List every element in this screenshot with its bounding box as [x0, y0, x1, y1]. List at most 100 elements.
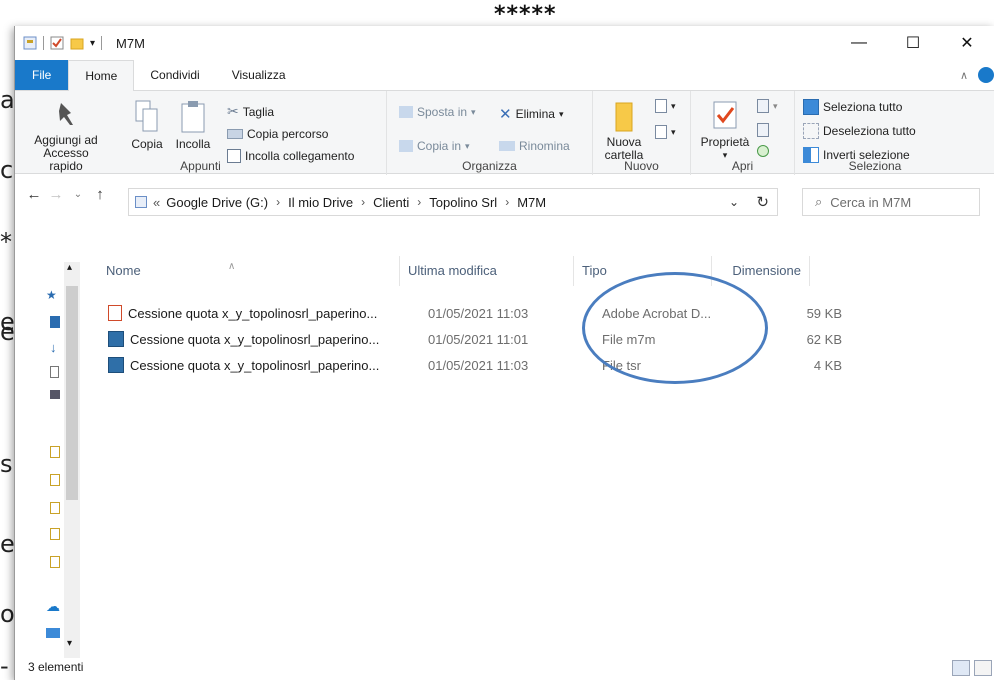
drive-folder-icon[interactable]: [50, 446, 60, 458]
desktop-icon[interactable]: [50, 316, 60, 328]
scroll-up-icon[interactable]: ▴: [67, 262, 72, 273]
group-select-label: Seleziona: [848, 159, 902, 173]
new-item-dropdown-icon: ▾: [671, 100, 676, 111]
select-none-button[interactable]: Deseleziona tutto: [803, 123, 916, 139]
new-item-button[interactable]: ▾: [655, 99, 676, 113]
copy-path-button[interactable]: Copia percorso: [227, 127, 328, 141]
open-icon: [757, 99, 769, 113]
ribbon-tabs: File Home Condividi Visualizza ∧: [15, 60, 994, 91]
easy-access-dropdown-icon: ▾: [671, 126, 676, 137]
background-letter: e: [0, 318, 14, 346]
paste-button[interactable]: Incolla: [171, 99, 215, 151]
breadcrumb-topolino[interactable]: Topolino Srl: [429, 195, 497, 210]
close-button[interactable]: ✕: [940, 26, 994, 60]
history-button[interactable]: [757, 145, 769, 157]
search-input[interactable]: ⌕ Cerca in M7M: [802, 188, 980, 216]
paste-icon: [181, 101, 205, 133]
quick-access-pin-icon[interactable]: ★: [46, 288, 57, 302]
rename-button[interactable]: Rinomina: [499, 139, 570, 153]
address-overflow[interactable]: «: [153, 195, 160, 210]
copy-path-label: Copia percorso: [247, 127, 329, 141]
pin-icon: [59, 103, 73, 125]
signed-file-icon: [108, 331, 124, 347]
group-clipboard-label: Appunti: [180, 159, 221, 173]
column-modified[interactable]: Ultima modifica: [400, 256, 574, 286]
copy-button[interactable]: Copia: [127, 99, 167, 151]
properties-check-icon: [713, 101, 737, 129]
chevron-right-icon[interactable]: ›: [276, 195, 280, 209]
checkmark-quick-icon[interactable]: [50, 36, 64, 50]
new-folder-quick-icon[interactable]: [70, 36, 84, 50]
column-modified-label: Ultima modifica: [408, 263, 497, 278]
downloads-icon[interactable]: ↓: [50, 340, 57, 355]
status-bar: 3 elementi: [14, 654, 994, 680]
easy-access-button[interactable]: ▾: [655, 125, 676, 139]
drive-folder-icon[interactable]: [50, 556, 60, 568]
group-new: Nuova cartella ▾ ▾ Nuovo: [593, 91, 691, 175]
file-name: Cessione quota x_y_topolinosrl_paperino.…: [130, 357, 380, 373]
up-arrow-icon[interactable]: ↑: [89, 186, 111, 203]
explorer-window: ▾ M7M — ☐ ✕ File Home Condividi Visualiz…: [14, 26, 994, 680]
delete-label: Elimina: [515, 107, 555, 121]
sort-up-icon: ∧: [228, 261, 236, 272]
scroll-down-icon[interactable]: ▾: [67, 638, 72, 649]
chevron-right-icon[interactable]: ›: [505, 195, 509, 209]
tab-view[interactable]: Visualizza: [216, 60, 302, 90]
cut-button[interactable]: ✂ Taglia: [227, 103, 274, 120]
collapse-ribbon-icon[interactable]: ∧: [960, 69, 968, 82]
search-icon: ⌕: [815, 194, 823, 209]
help-icon[interactable]: [978, 67, 994, 83]
copy-to-label: Copia in: [417, 139, 462, 153]
breadcrumb-my-drive[interactable]: Il mio Drive: [288, 195, 353, 210]
forward-arrow-icon[interactable]: →: [45, 186, 67, 203]
column-name[interactable]: Nome ∧: [80, 256, 400, 286]
this-pc-icon[interactable]: [46, 628, 60, 638]
file-modified: 01/05/2021 11:03: [428, 305, 529, 321]
chevron-right-icon[interactable]: ›: [417, 195, 421, 209]
minimize-button[interactable]: —: [832, 26, 886, 60]
tab-home[interactable]: Home: [68, 60, 135, 91]
pictures-icon[interactable]: [50, 390, 60, 399]
copy-to-button[interactable]: Copia in ▾: [399, 139, 470, 153]
refresh-icon[interactable]: ↻: [756, 193, 769, 211]
drive-folder-icon[interactable]: [50, 502, 60, 514]
background-stars: *****: [494, 2, 557, 27]
file-size: 4 KB: [813, 357, 842, 373]
drive-folder-icon[interactable]: [50, 474, 60, 486]
large-icons-view-icon[interactable]: [974, 660, 992, 676]
group-open-label: Apri: [731, 159, 754, 173]
copy-path-icon: [227, 129, 243, 139]
properties-button[interactable]: Proprietà ▾: [699, 99, 751, 162]
back-arrow-icon[interactable]: ←: [23, 186, 45, 203]
column-type-label: Tipo: [582, 263, 607, 278]
window-title: M7M: [116, 35, 145, 51]
address-dropdown-icon[interactable]: ⌄: [729, 195, 739, 209]
title-separator: [101, 36, 103, 50]
breadcrumb-clients[interactable]: Clienti: [373, 195, 409, 210]
select-all-button[interactable]: Seleziona tutto: [803, 99, 902, 115]
breadcrumb-google-drive[interactable]: Google Drive (G:): [166, 195, 268, 210]
chevron-right-icon[interactable]: ›: [361, 195, 365, 209]
customize-quick-access-icon[interactable]: ▾: [90, 38, 95, 49]
move-to-button[interactable]: Sposta in ▾: [399, 105, 476, 119]
tab-file[interactable]: File: [15, 60, 69, 90]
address-bar[interactable]: « Google Drive (G:) › Il mio Drive › Cli…: [128, 188, 778, 216]
properties-quick-icon[interactable]: [23, 36, 37, 50]
edit-button[interactable]: [757, 123, 769, 137]
onedrive-icon[interactable]: ☁: [46, 598, 60, 615]
group-select: Seleziona tutto Deseleziona tutto Invert…: [795, 91, 955, 175]
open-button[interactable]: ▾: [757, 99, 778, 113]
breadcrumb-m7m[interactable]: M7M: [517, 195, 546, 210]
drive-folder-icon[interactable]: [50, 528, 60, 540]
documents-icon[interactable]: [50, 366, 59, 378]
delete-button[interactable]: ✕ Elimina ▾: [499, 105, 563, 123]
recent-locations-icon[interactable]: ⌄: [67, 189, 89, 200]
select-none-label: Deseleziona tutto: [823, 124, 916, 138]
new-folder-button[interactable]: Nuova cartella: [599, 99, 649, 162]
annotation-ellipse: [582, 272, 768, 384]
maximize-button[interactable]: ☐: [886, 26, 940, 60]
copy-to-dropdown-icon: ▾: [465, 140, 470, 151]
nav-scrollbar-thumb[interactable]: [66, 286, 78, 500]
tab-share[interactable]: Condividi: [134, 60, 215, 90]
details-view-icon[interactable]: [952, 660, 970, 676]
